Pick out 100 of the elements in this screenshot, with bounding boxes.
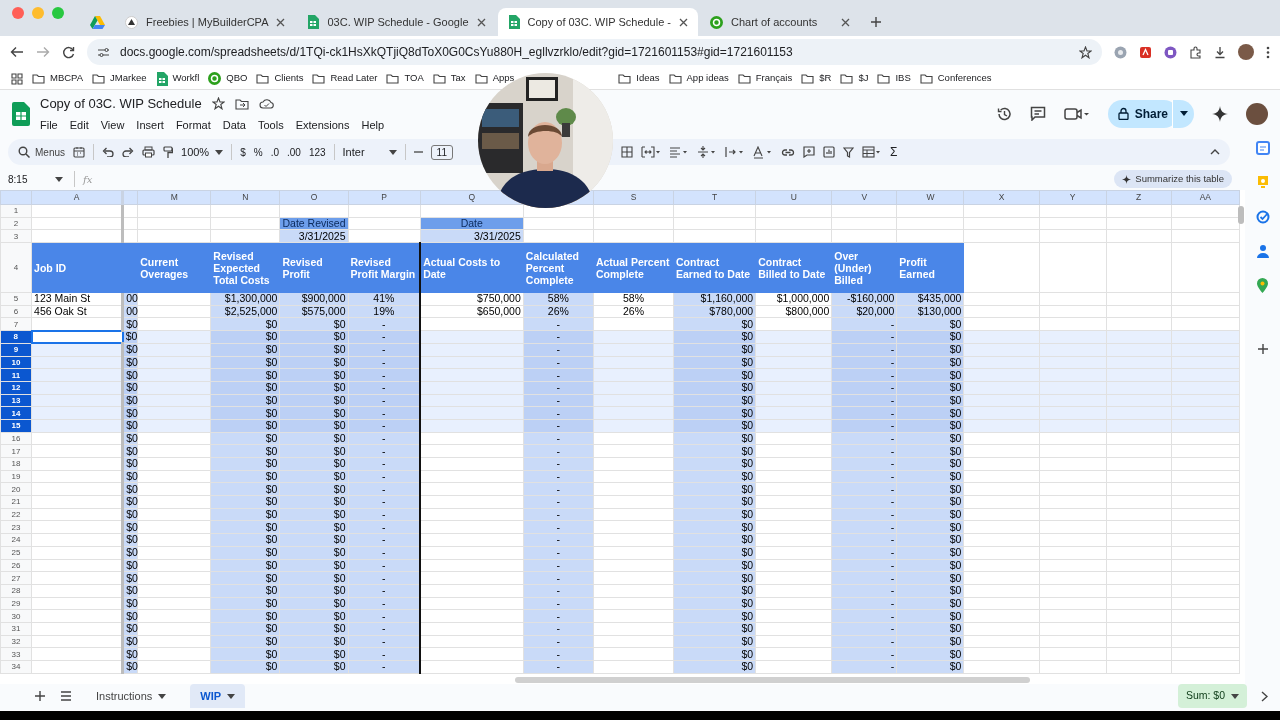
new-tab-icon[interactable]	[870, 16, 882, 28]
redo-icon[interactable]	[122, 147, 134, 157]
link-icon[interactable]	[780, 147, 795, 157]
bookmark[interactable]: MBCPA	[32, 71, 84, 86]
print-icon[interactable]	[142, 146, 155, 158]
menu-item[interactable]: Help	[361, 116, 385, 133]
pdf-icon[interactable]	[1139, 45, 1152, 59]
bookmark[interactable]: IBS	[877, 71, 911, 86]
calendar-icon[interactable]	[73, 146, 85, 158]
chevron-icon[interactable]	[1261, 690, 1268, 702]
avatar[interactable]	[1238, 44, 1254, 60]
menu-item[interactable]: File	[40, 116, 58, 133]
document-title[interactable]: Copy of 03C. WIP Schedule	[40, 94, 202, 114]
paint-format-icon[interactable]	[163, 145, 173, 159]
column-header[interactable]: V	[831, 190, 897, 205]
merge-icon[interactable]	[640, 146, 661, 158]
camera-icon[interactable]	[1063, 106, 1090, 121]
borders-icon[interactable]	[620, 146, 633, 158]
sparkle-icon[interactable]	[1212, 105, 1228, 122]
column-header[interactable]: X	[963, 190, 1040, 205]
bookmark[interactable]: Clients	[256, 71, 304, 86]
column-header[interactable]: T	[673, 190, 756, 205]
bookmark[interactable]: Tax	[432, 71, 466, 86]
align-icon[interactable]	[668, 146, 689, 158]
menu-item[interactable]: Insert	[136, 116, 164, 133]
summarize-button[interactable]: Summarize this table	[1114, 169, 1232, 189]
site-settings-icon[interactable]	[97, 46, 110, 58]
vertical-align-icon[interactable]	[696, 146, 717, 158]
chart-icon[interactable]	[822, 146, 835, 158]
functions-button[interactable]: Σ	[889, 143, 898, 161]
bookmark[interactable]: JMarkee	[92, 71, 147, 86]
format-button[interactable]: 123	[308, 144, 326, 160]
collapse-icon[interactable]	[1210, 149, 1220, 155]
sheets-logo[interactable]	[12, 101, 30, 126]
font-size-field[interactable]: 11	[430, 144, 453, 160]
scrollbar[interactable]	[1238, 206, 1244, 224]
bookmark[interactable]: QBO	[208, 71, 248, 86]
name-box[interactable]: 8:15	[8, 171, 66, 187]
back-icon[interactable]	[10, 46, 24, 58]
folder-icon[interactable]	[234, 97, 249, 110]
contacts-icon[interactable]	[1256, 244, 1269, 258]
column-header[interactable]: AA	[1171, 190, 1240, 205]
comment-icon[interactable]	[1029, 106, 1046, 121]
bookmark[interactable]: TOA	[386, 71, 424, 86]
add-icon[interactable]	[1256, 343, 1269, 355]
history-icon[interactable]	[995, 105, 1012, 122]
row-number[interactable]: 4	[0, 242, 32, 293]
minus-icon[interactable]	[413, 151, 423, 153]
format-button[interactable]: .00	[286, 144, 301, 160]
bookmark[interactable]: Read Later	[312, 71, 378, 86]
menu-icon[interactable]	[1266, 45, 1270, 59]
format-button[interactable]: .0	[270, 144, 279, 160]
bookmark[interactable]: Conferences	[919, 71, 992, 86]
column-header[interactable]: S	[593, 190, 674, 205]
calendar-icon[interactable]	[1255, 141, 1270, 155]
column-header[interactable]: Y	[1039, 190, 1107, 205]
bookmark[interactable]: $R	[801, 71, 832, 86]
column-header[interactable]: U	[755, 190, 832, 205]
table-icon[interactable]	[861, 146, 882, 158]
apps-icon[interactable]	[11, 72, 23, 85]
column-header[interactable]: Z	[1106, 190, 1172, 205]
bookmark[interactable]: App ideas	[668, 71, 729, 86]
menu-item[interactable]: Format	[175, 116, 211, 133]
sheet-list-icon[interactable]	[60, 691, 72, 701]
reload-icon[interactable]	[62, 45, 75, 59]
sheet-tab[interactable]: WIP	[190, 683, 246, 709]
column-header[interactable]: N	[210, 190, 280, 205]
filter-icon[interactable]	[842, 146, 854, 158]
menu-item[interactable]: Extensions	[295, 116, 350, 133]
add-sheet-icon[interactable]	[34, 690, 46, 702]
format-button[interactable]: $	[240, 144, 246, 160]
bookmark[interactable]: Apps	[474, 71, 515, 86]
browser-tab[interactable]: Freebies | MyBuilderCPA	[115, 8, 296, 36]
column-header[interactable]: A	[31, 190, 123, 205]
address-bar[interactable]: docs.google.com/spreadsheets/d/1TQi-ck1HsXkQTjiQ8dToX0G0CsYu880H_egllvzrklo/edit?gid=1721601153#gid=1721601153	[87, 39, 1102, 65]
browser-tab[interactable]: Copy of 03C. WIP Schedule -	[497, 8, 698, 36]
wrap-icon[interactable]	[724, 146, 745, 158]
menu-item[interactable]: View	[100, 116, 125, 133]
zoom-dropdown[interactable]: 100%	[181, 143, 224, 161]
menus-search[interactable]: Menus	[18, 144, 65, 160]
maps-icon[interactable]	[1257, 278, 1268, 293]
bookmark[interactable]: Français	[737, 71, 793, 86]
font-dropdown[interactable]: Inter	[342, 143, 397, 161]
avatar[interactable]	[1246, 102, 1268, 125]
sheet-tab[interactable]: Instructions	[86, 683, 177, 709]
bookmark[interactable]: $J	[840, 71, 869, 86]
close-icon[interactable]	[841, 17, 850, 27]
menu-item[interactable]: Edit	[69, 116, 89, 133]
cloud-icon[interactable]	[258, 98, 274, 110]
undo-icon[interactable]	[102, 147, 114, 157]
puzzle-icon[interactable]	[1189, 45, 1202, 59]
column-header[interactable]: P	[348, 190, 421, 205]
sum-button[interactable]: Sum: $0	[1177, 684, 1247, 708]
tasks-icon[interactable]	[1255, 210, 1270, 224]
scrollbar[interactable]	[515, 677, 1030, 683]
star-icon[interactable]	[1079, 45, 1092, 59]
bookmark[interactable]: Ideas	[618, 71, 660, 86]
format-button[interactable]: %	[253, 144, 263, 160]
extension-icon[interactable]	[1164, 45, 1177, 59]
column-header[interactable]: O	[279, 190, 349, 205]
